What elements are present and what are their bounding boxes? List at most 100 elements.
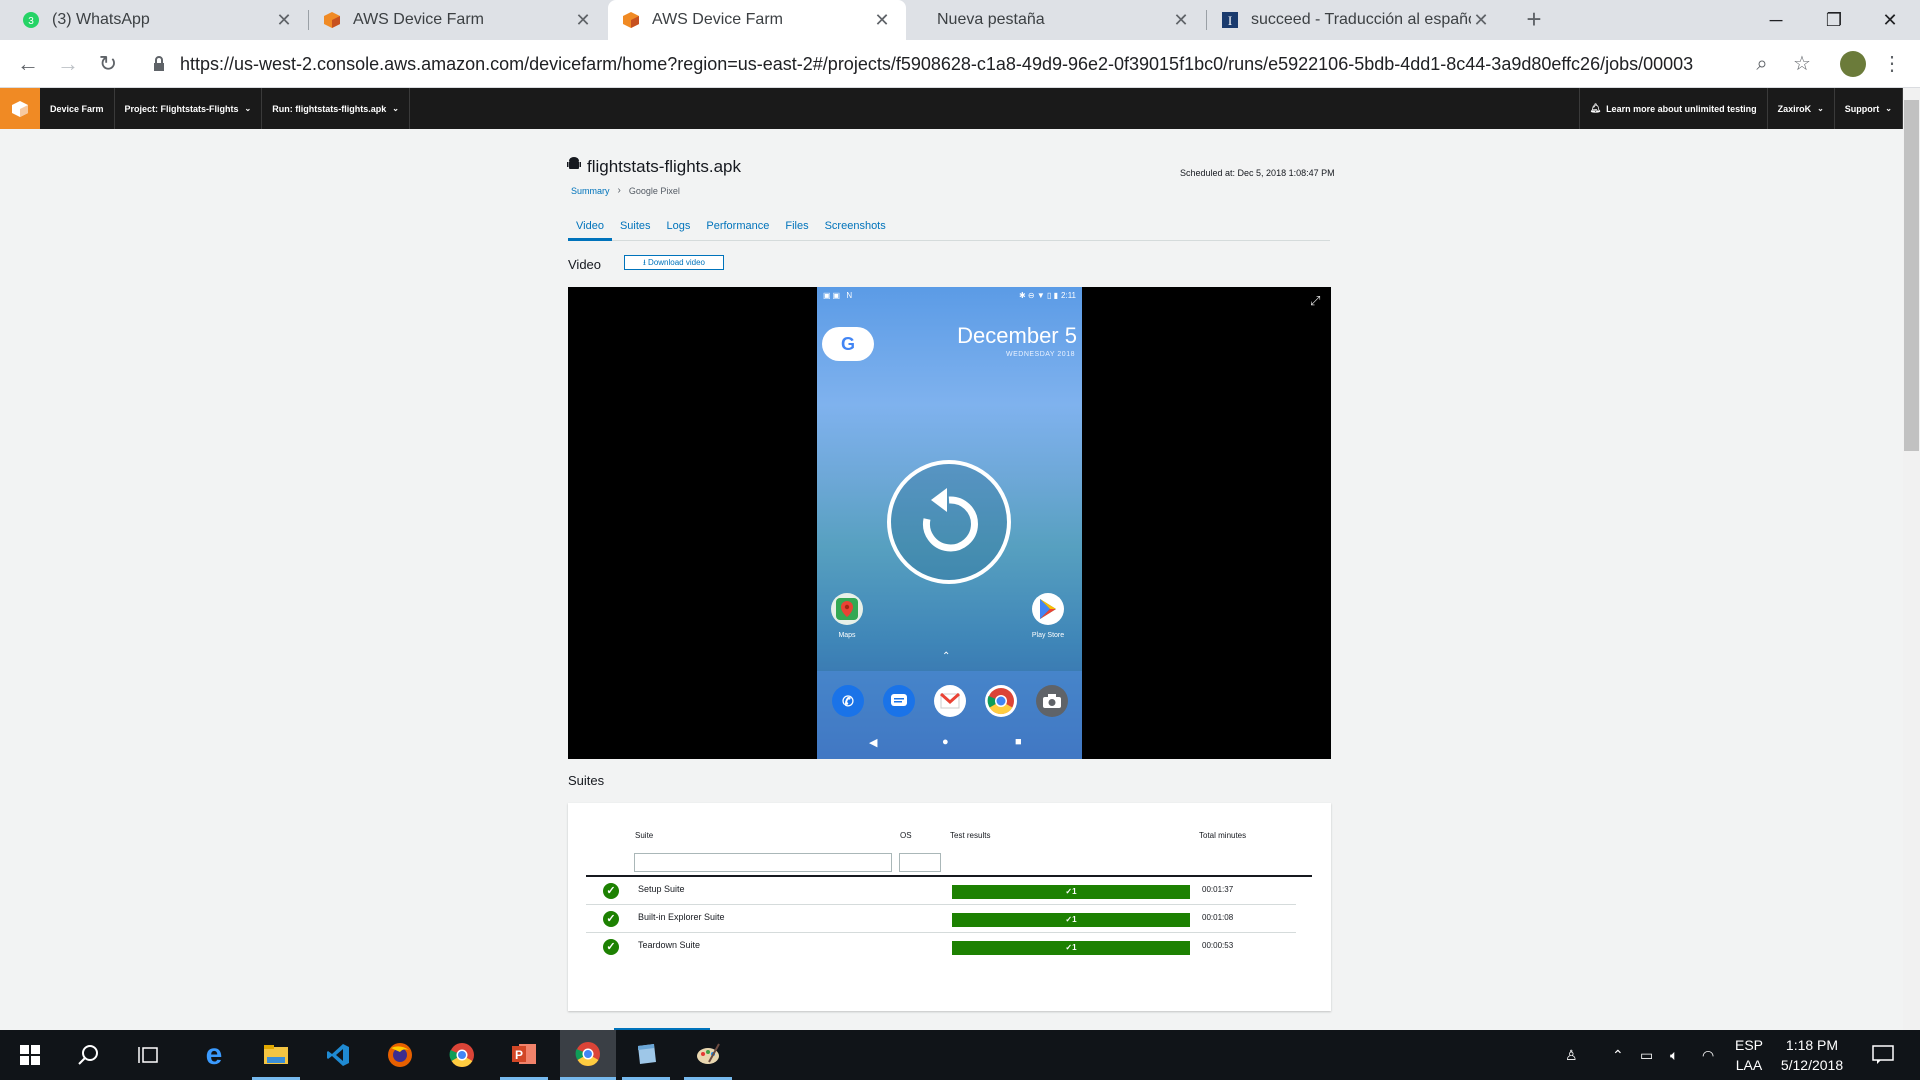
menu-icon[interactable]: ⋮ bbox=[1880, 52, 1904, 76]
passed-check-icon: ✓ bbox=[603, 939, 619, 955]
bell-icon: 🔔︎ bbox=[1589, 103, 1602, 113]
tab-screenshots[interactable]: Screenshots bbox=[817, 218, 894, 241]
chevron-up-icon[interactable]: ⌃ bbox=[1612, 1030, 1624, 1080]
volume-icon[interactable]: 🔈︎ bbox=[1670, 1030, 1678, 1080]
project-menu[interactable]: Project: Flightstats-Flights ⌄ bbox=[115, 88, 263, 129]
reload-button[interactable]: ↻ bbox=[94, 50, 122, 78]
table-row[interactable]: ✓ Built-in Explorer Suite ✓1 00:01:08 bbox=[586, 905, 1296, 933]
vscode-icon[interactable] bbox=[314, 1030, 362, 1080]
zoom-icon[interactable]: ⌕ bbox=[1750, 52, 1774, 76]
total-minutes: 00:01:08 bbox=[1202, 913, 1234, 922]
close-tab-icon[interactable]: ✕ bbox=[1171, 10, 1191, 31]
fullscreen-icon[interactable]: ⤢ bbox=[1310, 293, 1324, 308]
tab-performance[interactable]: Performance bbox=[698, 218, 777, 241]
status-icons: ✱ ⊖ ▼ ▯ ▮ bbox=[1018, 290, 1059, 300]
app-label-play-store: Play Store bbox=[1031, 632, 1065, 639]
app-label-maps: Maps bbox=[838, 632, 856, 639]
firefox-icon[interactable] bbox=[376, 1030, 424, 1080]
forward-button[interactable]: → bbox=[54, 50, 82, 78]
scrollbar-thumb[interactable] bbox=[1904, 100, 1919, 451]
browser-tab-aws-active[interactable]: AWS Device Farm ✕ bbox=[608, 0, 906, 40]
tab-logs[interactable]: Logs bbox=[659, 218, 699, 241]
wifi-icon[interactable]: ◠ bbox=[1702, 1030, 1714, 1080]
task-view-icon[interactable] bbox=[125, 1030, 173, 1080]
bookmark-star-icon[interactable]: ☆ bbox=[1790, 52, 1814, 76]
close-tab-icon[interactable]: ✕ bbox=[573, 10, 593, 31]
svg-text:I: I bbox=[1228, 13, 1232, 28]
support-menu[interactable]: Support ⌄ bbox=[1835, 88, 1903, 129]
people-icon[interactable]: ♙ bbox=[1565, 1030, 1578, 1080]
file-explorer-icon[interactable] bbox=[252, 1030, 300, 1080]
browser-tab-aws-1[interactable]: AWS Device Farm ✕ bbox=[309, 0, 607, 40]
close-window-button[interactable]: ✕ bbox=[1862, 0, 1918, 40]
language-indicator[interactable]: ESP LAA bbox=[1735, 1030, 1763, 1080]
aws-cube-icon bbox=[323, 11, 341, 29]
close-tab-icon[interactable]: ✕ bbox=[1471, 10, 1491, 31]
col-suite[interactable]: Suite bbox=[635, 831, 653, 840]
breadcrumb-summary[interactable]: Summary bbox=[571, 186, 610, 196]
browser-tab-translation[interactable]: I succeed - Traducción al español ✕ bbox=[1207, 0, 1505, 40]
url-text: https://us-west-2.console.aws.amazon.com… bbox=[180, 53, 1694, 74]
chrome-icon[interactable] bbox=[438, 1030, 486, 1080]
chevron-down-icon: ⌄ bbox=[1817, 104, 1824, 113]
chevron-up-icon: ⌃ bbox=[942, 651, 951, 662]
os-filter-input[interactable] bbox=[899, 853, 941, 872]
phone-status-bar: ▣▣ N ✱ ⊖ ▼ ▯ ▮ 2:11 bbox=[817, 287, 1082, 303]
close-tab-icon[interactable]: ✕ bbox=[872, 10, 892, 31]
aws-cube-icon[interactable] bbox=[0, 88, 40, 129]
close-tab-icon[interactable]: ✕ bbox=[274, 10, 294, 31]
battery-icon[interactable]: ▭ bbox=[1640, 1030, 1653, 1080]
passed-check-icon: ✓ bbox=[603, 911, 619, 927]
svg-text:P: P bbox=[515, 1048, 523, 1062]
clock[interactable]: 1:18 PM 5/12/2018 bbox=[1772, 1030, 1852, 1080]
start-icon[interactable] bbox=[6, 1030, 54, 1080]
result-bar: ✓1 bbox=[952, 885, 1190, 899]
suite-name: Built-in Explorer Suite bbox=[638, 912, 725, 922]
suite-name: Setup Suite bbox=[638, 884, 685, 894]
suite-filter-input[interactable] bbox=[634, 853, 892, 872]
chrome-canary-icon[interactable] bbox=[560, 1030, 616, 1080]
total-minutes: 00:00:53 bbox=[1202, 941, 1234, 950]
col-os[interactable]: OS bbox=[900, 831, 912, 840]
restore-button[interactable]: ❐ bbox=[1806, 0, 1862, 40]
address-bar[interactable]: https://us-west-2.console.aws.amazon.com… bbox=[140, 44, 1820, 84]
download-icon: ⭳ bbox=[643, 258, 646, 267]
back-button[interactable]: ← bbox=[14, 50, 42, 78]
tab-files[interactable]: Files bbox=[777, 218, 816, 241]
table-row[interactable]: ✓ Setup Suite ✓1 00:01:37 bbox=[586, 877, 1296, 905]
powerpoint-icon[interactable]: P bbox=[500, 1030, 548, 1080]
service-menu[interactable]: Device Farm bbox=[40, 88, 115, 129]
run-menu[interactable]: Run: flightstats-flights.apk ⌄ bbox=[262, 88, 410, 129]
col-total-minutes[interactable]: Total minutes bbox=[1199, 831, 1246, 840]
profile-avatar[interactable] bbox=[1840, 51, 1866, 77]
col-test-results[interactable]: Test results bbox=[950, 831, 990, 840]
result-bar: ✓1 bbox=[952, 941, 1190, 955]
google-icon: G bbox=[840, 333, 855, 354]
tab-video[interactable]: Video bbox=[568, 218, 612, 241]
suite-name: Teardown Suite bbox=[638, 940, 701, 950]
learn-more-link[interactable]: 🔔︎ Learn more about unlimited testing bbox=[1578, 88, 1768, 129]
minimize-button[interactable]: ─ bbox=[1748, 0, 1804, 40]
paint-icon[interactable] bbox=[684, 1030, 732, 1080]
chevron-down-icon: ⌄ bbox=[244, 104, 252, 113]
aws-nav-bar: Device Farm Project: Flightstats-Flights… bbox=[0, 88, 1920, 129]
browser-tab-whatsapp[interactable]: 3 (3) WhatsApp ✕ bbox=[8, 0, 308, 40]
tab-suites[interactable]: Suites bbox=[612, 218, 659, 241]
result-bar: ✓1 bbox=[952, 913, 1190, 927]
passed-check-icon: ✓ bbox=[603, 883, 619, 899]
dictionary-icon: I bbox=[1221, 11, 1239, 29]
notifications-icon[interactable] bbox=[1872, 1030, 1894, 1080]
browser-tab-new[interactable]: Nueva pestaña ✕ bbox=[907, 0, 1205, 40]
table-row[interactable]: ✓ Teardown Suite ✓1 00:00:53 bbox=[586, 933, 1296, 961]
edge-icon[interactable]: e bbox=[190, 1030, 238, 1080]
notepad-icon[interactable] bbox=[622, 1030, 670, 1080]
play-store-icon bbox=[1032, 593, 1064, 625]
user-menu[interactable]: ZaxiroK ⌄ bbox=[1768, 88, 1835, 129]
page-title: flightstats-flights.apk bbox=[567, 156, 741, 177]
device-screen: ▣▣ N ✱ ⊖ ▼ ▯ ▮ 2:11 G December 5 WEDNESD… bbox=[817, 287, 1082, 759]
search-icon[interactable] bbox=[64, 1030, 112, 1080]
download-video-button[interactable]: ⭳ Download video bbox=[624, 255, 724, 270]
video-heading: Video bbox=[568, 257, 602, 272]
replay-icon[interactable] bbox=[887, 460, 1011, 584]
new-tab-button[interactable]: + bbox=[1520, 6, 1548, 34]
